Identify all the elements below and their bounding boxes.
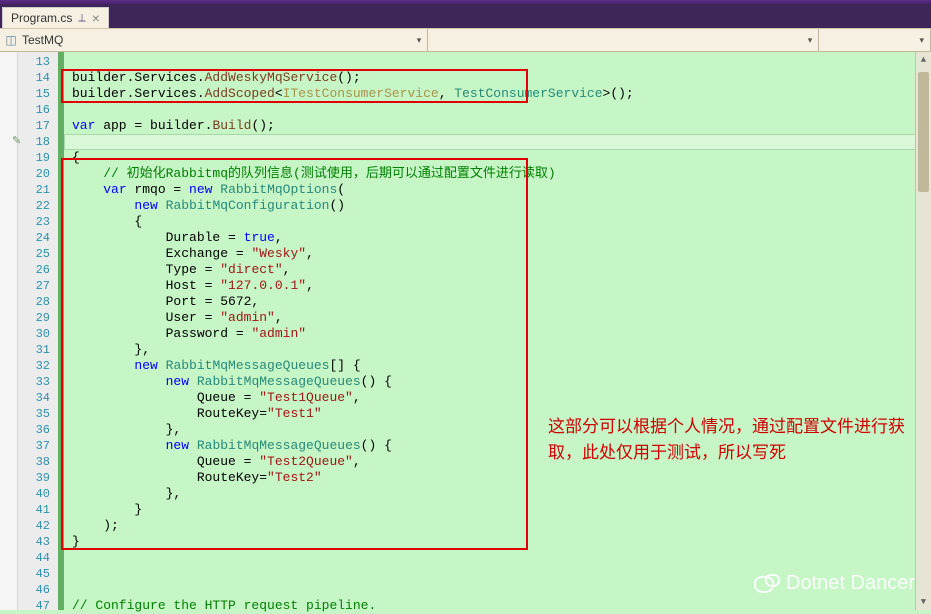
vertical-scrollbar[interactable]: ▲ ▼ (915, 52, 931, 610)
line-number: 32 (18, 358, 58, 374)
code-line: // Configure the HTTP request pipeline. (64, 598, 931, 614)
code-line (64, 550, 931, 566)
tab-row: Program.cs ⟂ × (0, 4, 931, 28)
member-dropdown[interactable]: ▾ (819, 29, 931, 51)
code-line: builder.Services.AddScoped<ITestConsumer… (64, 86, 931, 102)
code-line: { (64, 214, 931, 230)
line-number: 23 (18, 214, 58, 230)
line-number: 22 (18, 198, 58, 214)
line-number: 30 (18, 326, 58, 342)
namespace-icon: ◫ (4, 33, 18, 47)
code-line (64, 102, 931, 118)
line-number: 36 (18, 422, 58, 438)
code-editor[interactable]: 13 14 15 16 17 18 19 20 21 22 23 24 25 2… (0, 52, 931, 610)
line-number: 40 (18, 486, 58, 502)
code-line: var app = builder.Build(); (64, 118, 931, 134)
line-number: 21 (18, 182, 58, 198)
code-line: }, (64, 486, 931, 502)
navigation-bar: ◫ TestMQ ▾ ▾ ▾ (0, 28, 931, 52)
line-number: 31 (18, 342, 58, 358)
code-line: { (64, 150, 931, 166)
code-line (64, 54, 931, 70)
code-line: var rmqo = new RabbitMqOptions( (64, 182, 931, 198)
scrollbar-thumb[interactable] (918, 72, 929, 192)
watermark: Dotnet Dancer (752, 570, 915, 596)
code-area[interactable]: builder.Services.AddWeskyMqService(); bu… (64, 52, 931, 610)
line-number: 47 (18, 598, 58, 614)
code-line: }, (64, 342, 931, 358)
line-number: 34 (18, 390, 58, 406)
code-line: Port = 5672, (64, 294, 931, 310)
annotation-text: 这部分可以根据个人情况，通过配置文件进行获取，此处仅用于测试，所以写死 (548, 414, 908, 467)
watermark-text: Dotnet Dancer (786, 572, 915, 595)
code-line: // 初始化Rabbitmq的队列信息(测试使用，后期可以通过配置文件进行读取) (64, 166, 931, 182)
pin-icon[interactable]: ⟂ (78, 12, 85, 25)
line-number: 45 (18, 566, 58, 582)
line-number: 44 (18, 550, 58, 566)
chevron-down-icon: ▾ (808, 35, 813, 46)
code-line: new RabbitMqConfiguration() (64, 198, 931, 214)
close-icon[interactable]: × (92, 13, 100, 23)
code-line: Durable = true, (64, 230, 931, 246)
code-line: Password = "admin" (64, 326, 931, 342)
tab-program-cs[interactable]: Program.cs ⟂ × (2, 7, 109, 28)
line-number: 37 (18, 438, 58, 454)
code-line: } (64, 502, 931, 518)
line-number: 14 (18, 70, 58, 86)
line-number: 35 (18, 406, 58, 422)
line-number: 29 (18, 310, 58, 326)
line-number: 15 (18, 86, 58, 102)
namespace-dropdown[interactable]: ◫ TestMQ ▾ (0, 29, 428, 51)
code-line: new RabbitMqMessageQueues() { (64, 374, 931, 390)
code-line: builder.Services.AddWeskyMqService(); (64, 70, 931, 86)
line-number: 13 (18, 54, 58, 70)
line-number: 39 (18, 470, 58, 486)
class-dropdown[interactable]: ▾ (428, 29, 819, 51)
code-line: Queue = "Test1Queue", (64, 390, 931, 406)
chevron-down-icon: ▾ (417, 35, 422, 46)
line-number: 33 (18, 374, 58, 390)
code-line: Host = "127.0.0.1", (64, 278, 931, 294)
scroll-down-icon[interactable]: ▼ (916, 594, 931, 610)
line-number: 46 (18, 582, 58, 598)
line-number: 38 (18, 454, 58, 470)
code-line: Exchange = "Wesky", (64, 246, 931, 262)
chevron-down-icon: ▾ (919, 35, 924, 46)
line-number: 26 (18, 262, 58, 278)
line-number: 24 (18, 230, 58, 246)
code-line: Type = "direct", (64, 262, 931, 278)
code-line: User = "admin", (64, 310, 931, 326)
line-number: 42 (18, 518, 58, 534)
line-number: 19 (18, 150, 58, 166)
line-number: 16 (18, 102, 58, 118)
scroll-up-icon[interactable]: ▲ (916, 52, 931, 68)
tab-label: Program.cs (11, 11, 72, 25)
line-number: 20 (18, 166, 58, 182)
code-line: ); (64, 518, 931, 534)
line-number: 27 (18, 278, 58, 294)
line-number: 43 (18, 534, 58, 550)
suggestion-icon[interactable]: ✎ (12, 134, 26, 148)
code-line: } (64, 534, 931, 550)
line-number: 41 (18, 502, 58, 518)
line-number: 28 (18, 294, 58, 310)
line-number: 17 (18, 118, 58, 134)
namespace-label: TestMQ (22, 33, 63, 47)
code-line: new RabbitMqMessageQueues[] { (64, 358, 931, 374)
code-line: ✎ (64, 134, 931, 150)
wechat-icon (752, 570, 778, 596)
line-number: 25 (18, 246, 58, 262)
code-line: RouteKey="Test2" (64, 470, 931, 486)
